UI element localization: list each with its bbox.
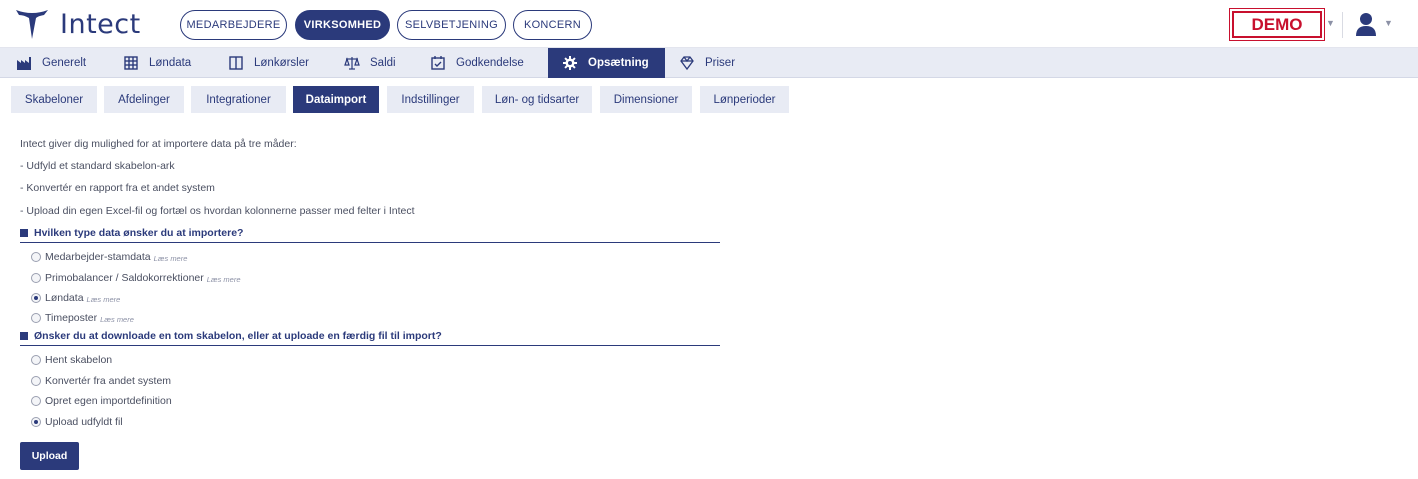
- mainnav-label: Lønkørsler: [254, 57, 309, 69]
- option-label: Timeposter: [45, 312, 98, 324]
- radio-londata[interactable]: Løndata Læs mere: [31, 292, 120, 304]
- nav-koncern-button[interactable]: KONCERN: [513, 10, 592, 40]
- mainnav-opsaetning[interactable]: Opsætning: [548, 48, 665, 78]
- diamond-icon: [680, 56, 694, 71]
- mainnav-godkendelse[interactable]: Godkendelse: [414, 48, 540, 78]
- header-divider: [1342, 12, 1343, 38]
- tab-skabeloner[interactable]: Skabeloner: [11, 86, 97, 113]
- radio-button[interactable]: [31, 396, 41, 406]
- option-label: Upload udfyldt fil: [45, 416, 123, 428]
- scale-icon: [344, 57, 360, 70]
- read-more-link[interactable]: Læs mere: [207, 275, 241, 284]
- mainnav-londata[interactable]: Løndata: [106, 48, 208, 78]
- read-more-link[interactable]: Læs mere: [154, 254, 188, 263]
- section-divider: [20, 242, 720, 243]
- question-action-heading: Ønsker du at downloade en tom skabelon, …: [20, 330, 442, 342]
- read-more-link[interactable]: Læs mere: [100, 315, 134, 324]
- grid-icon: [124, 56, 138, 70]
- square-bullet-icon: [20, 332, 28, 340]
- mainnav-saldi[interactable]: Saldi: [328, 48, 410, 78]
- question-data-type-heading: Hvilken type data ønsker du at importere…: [20, 227, 243, 239]
- nav-virksomhed-button[interactable]: VIRKSOMHED: [295, 10, 390, 40]
- intro-line: Intect giver dig mulighed for at importe…: [20, 138, 297, 150]
- tab-indstillinger[interactable]: Indstillinger: [387, 86, 474, 113]
- radio-button-selected[interactable]: [31, 293, 41, 303]
- option-label: Medarbejder-stamdata: [45, 251, 151, 263]
- mainnav-priser[interactable]: Priser: [669, 48, 749, 78]
- tab-integrationer[interactable]: Integrationer: [191, 86, 286, 113]
- radio-hent-skabelon[interactable]: Hent skabelon: [31, 354, 112, 366]
- radio-timeposter[interactable]: Timeposter Læs mere: [31, 312, 134, 324]
- mainnav-generelt[interactable]: Generelt: [0, 48, 102, 78]
- nav-medarbejdere-button[interactable]: MEDARBEJDERE: [180, 10, 287, 40]
- mainnav-label: Saldi: [370, 57, 396, 69]
- radio-primobalancer[interactable]: Primobalancer / Saldokorrektioner Læs me…: [31, 272, 241, 284]
- mainnav-label: Generelt: [42, 57, 87, 69]
- tab-lonperioder[interactable]: Lønperioder: [700, 86, 789, 113]
- demo-chevron-down-icon[interactable]: ▼: [1326, 18, 1335, 28]
- top-header: Intect MEDARBEJDERE VIRKSOMHED SELVBETJE…: [0, 0, 1418, 48]
- tab-dimensioner[interactable]: Dimensioner: [600, 86, 692, 113]
- intro-line: - Konvertér en rapport fra et andet syst…: [20, 182, 215, 194]
- radio-medarbejder-stamdata[interactable]: Medarbejder-stamdata Læs mere: [31, 251, 187, 263]
- read-more-link[interactable]: Læs mere: [87, 295, 121, 304]
- user-avatar-icon[interactable]: [1354, 11, 1378, 37]
- radio-konverter[interactable]: Konvertér fra andet system: [31, 375, 171, 387]
- book-icon: [229, 56, 243, 70]
- main-nav: Generelt Løndata Lønkørsler Saldi Godken…: [0, 48, 1418, 78]
- tab-afdelinger[interactable]: Afdelinger: [104, 86, 184, 113]
- radio-button[interactable]: [31, 376, 41, 386]
- demo-badge[interactable]: DEMO: [1229, 8, 1325, 41]
- option-label: Hent skabelon: [45, 354, 113, 366]
- gear-icon: [563, 56, 577, 70]
- intect-logo-icon: [16, 10, 48, 39]
- radio-button[interactable]: [31, 273, 41, 283]
- upload-button[interactable]: Upload: [20, 442, 79, 470]
- tab-dataimport[interactable]: Dataimport: [293, 86, 379, 113]
- nav-selvbetjening-button[interactable]: SELVBETJENING: [397, 10, 506, 40]
- radio-button[interactable]: [31, 252, 41, 262]
- option-label: Konvertér fra andet system: [45, 375, 172, 387]
- mainnav-lonkorsler[interactable]: Lønkørsler: [212, 48, 324, 78]
- tab-lon-og-tidsarter[interactable]: Løn- og tidsarter: [482, 86, 592, 113]
- radio-button-selected[interactable]: [31, 417, 41, 427]
- calendar-check-icon: [431, 56, 445, 70]
- factory-icon: [17, 57, 31, 70]
- option-label: Løndata: [45, 292, 84, 304]
- intro-line: - Upload din egen Excel-fil og fortæl os…: [20, 205, 415, 217]
- intro-line: - Udfyld et standard skabelon-ark: [20, 160, 175, 172]
- question-title: Ønsker du at downloade en tom skabelon, …: [34, 330, 442, 342]
- option-label: Primobalancer / Saldokorrektioner: [45, 272, 204, 284]
- radio-button[interactable]: [31, 313, 41, 323]
- mainnav-label: Godkendelse: [456, 57, 524, 69]
- mainnav-label: Opsætning: [588, 57, 649, 69]
- option-label: Opret egen importdefinition: [45, 395, 172, 407]
- mainnav-label: Løndata: [149, 57, 192, 69]
- section-divider: [20, 345, 720, 346]
- question-title: Hvilken type data ønsker du at importere…: [34, 227, 244, 239]
- mainnav-label: Priser: [705, 57, 736, 69]
- brand-name: Intect: [60, 9, 141, 40]
- user-chevron-down-icon[interactable]: ▼: [1384, 18, 1393, 28]
- radio-button[interactable]: [31, 355, 41, 365]
- radio-upload-udfyldt-fil[interactable]: Upload udfyldt fil: [31, 416, 123, 428]
- radio-opret-importdefinition[interactable]: Opret egen importdefinition: [31, 395, 172, 407]
- square-bullet-icon: [20, 229, 28, 237]
